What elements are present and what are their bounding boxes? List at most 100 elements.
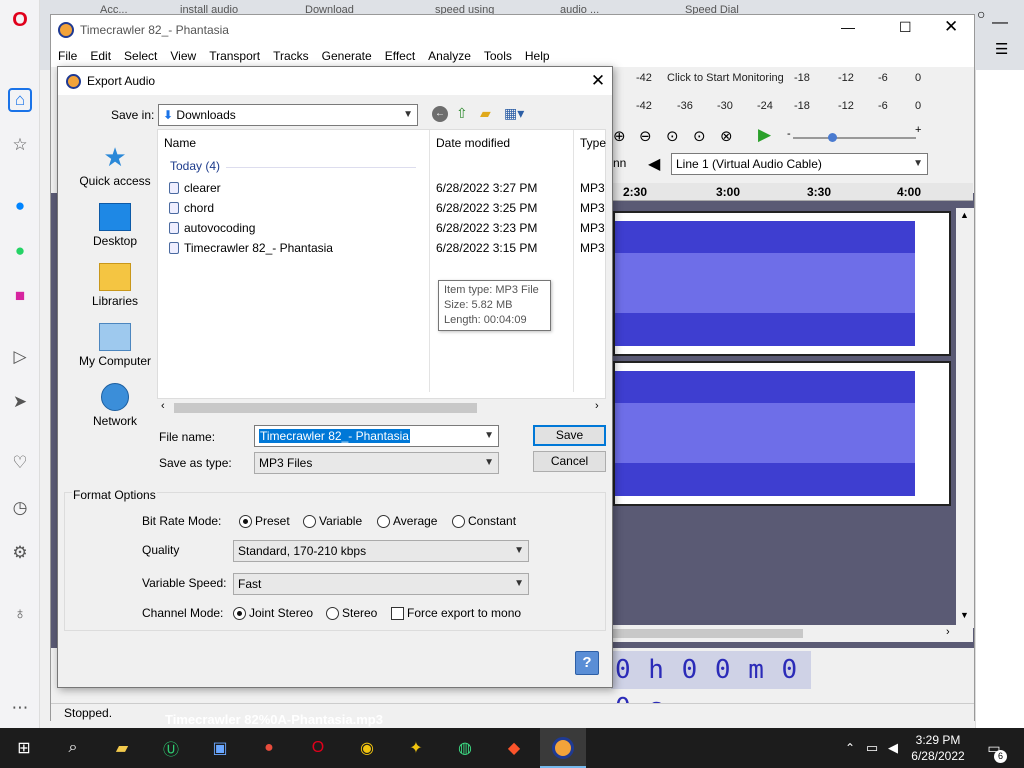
new-folder-icon[interactable]: ▰	[480, 105, 491, 122]
horizontal-scrollbar[interactable]: ›	[613, 625, 973, 642]
app-icon[interactable]: ✦	[404, 736, 428, 760]
menu-analyze[interactable]: Analyze	[428, 49, 471, 63]
menu-select[interactable]: Select	[124, 49, 157, 63]
scroll-right-icon[interactable]: ›	[595, 400, 599, 412]
variable-speed-select[interactable]: Fast ▼	[233, 573, 529, 595]
monitor-label[interactable]: Click to Start Monitoring	[667, 72, 784, 84]
column-date-modified[interactable]: Date modified	[436, 136, 510, 150]
globe-icon[interactable]: ◍	[453, 736, 477, 760]
radio-constant[interactable]	[452, 515, 465, 528]
menu-tools[interactable]: Tools	[484, 49, 512, 63]
scroll-thumb[interactable]	[174, 403, 477, 413]
zoom-toggle-icon[interactable]: ⊗	[720, 127, 733, 145]
radio-joint-stereo-label[interactable]: Joint Stereo	[249, 606, 313, 620]
scroll-down-icon[interactable]: ▼	[960, 610, 969, 620]
cancel-button[interactable]: Cancel	[533, 451, 606, 472]
place-my-computer[interactable]: My Computer	[65, 323, 165, 368]
menu-tracks[interactable]: Tracks	[273, 49, 309, 63]
timeline-ruler[interactable]: 2:30 3:00 3:30 4:00	[613, 183, 973, 201]
place-libraries[interactable]: Libraries	[65, 263, 165, 308]
close-icon[interactable]: ✕	[586, 70, 610, 92]
help-button[interactable]: ?	[575, 651, 599, 675]
vpn-icon[interactable]: ◉	[355, 736, 379, 760]
windows-start-icon[interactable]: ⊞	[12, 736, 36, 760]
file-list-scrollbar[interactable]: ‹ ›	[157, 399, 606, 416]
file-name-input[interactable]: Timecrawler 82_- Phantasia ▼	[254, 425, 499, 447]
menu-generate[interactable]: Generate	[322, 49, 372, 63]
radio-average[interactable]	[377, 515, 390, 528]
lightbulb-icon[interactable]: ♁	[8, 602, 32, 626]
save-as-type-select[interactable]: MP3 Files ▼	[254, 452, 499, 474]
send-icon[interactable]: ➤	[8, 390, 32, 414]
up-folder-icon[interactable]: ⇧	[456, 105, 468, 122]
whatsapp-icon[interactable]: ●	[8, 239, 32, 263]
volume-icon[interactable]: ◀	[881, 736, 905, 760]
file-row[interactable]: Timecrawler 82_- Phantasia 6/28/2022 3:1…	[158, 238, 607, 258]
file-explorer-icon[interactable]: ▰	[110, 736, 134, 760]
quality-select[interactable]: Standard, 170-210 kbps ▼	[233, 540, 529, 562]
search-icon[interactable]: ⌕	[61, 736, 85, 760]
browser-minimize-icon[interactable]: —	[976, 8, 1024, 38]
group-header-today[interactable]: Today (4)	[170, 159, 220, 173]
radio-variable-label[interactable]: Variable	[319, 514, 362, 528]
more-dots-icon[interactable]: ⋯	[8, 696, 32, 720]
instagram-icon[interactable]: ■	[8, 284, 32, 308]
place-quick-access[interactable]: ★ Quick access	[65, 143, 165, 188]
minimize-icon[interactable]: —	[841, 19, 855, 35]
column-name[interactable]: Name	[164, 136, 196, 150]
vertical-scrollbar[interactable]: ▲ ▼	[956, 208, 974, 628]
radio-stereo[interactable]	[326, 607, 339, 620]
radio-preset-label[interactable]: Preset	[255, 514, 290, 528]
play-at-speed-icon[interactable]: ▶	[758, 125, 771, 145]
file-row[interactable]: clearer 6/28/2022 3:27 PM MP3	[158, 178, 607, 198]
back-icon[interactable]: ←	[432, 106, 448, 122]
settings-gear-icon[interactable]: ⚙	[8, 541, 32, 565]
radio-joint-stereo[interactable]	[233, 607, 246, 620]
radio-preset[interactable]	[239, 515, 252, 528]
browser-menu-icon[interactable]: ☰	[995, 40, 1008, 58]
scroll-up-icon[interactable]: ▲	[960, 210, 969, 220]
close-icon[interactable]: ✕	[944, 17, 958, 37]
menu-transport[interactable]: Transport	[209, 49, 260, 63]
maximize-icon[interactable]: ☐	[899, 19, 912, 36]
force-mono-checkbox[interactable]	[391, 607, 404, 620]
radio-average-label[interactable]: Average	[393, 514, 437, 528]
save-in-select[interactable]: ⬇ Downloads ▼	[158, 104, 418, 126]
opera-logo-icon[interactable]: O	[8, 8, 32, 32]
time-display[interactable]: 0 h 0 0 m 0 0 s	[611, 651, 811, 723]
player-icon[interactable]: ▷	[8, 345, 32, 369]
menu-file[interactable]: File	[58, 49, 77, 63]
place-network[interactable]: Network	[65, 383, 165, 428]
menu-effect[interactable]: Effect	[385, 49, 415, 63]
brave-icon[interactable]: ◆	[502, 736, 526, 760]
place-desktop[interactable]: Desktop	[65, 203, 165, 248]
menu-help[interactable]: Help	[525, 49, 550, 63]
view-menu-icon[interactable]: ▦▾	[504, 105, 524, 122]
upwork-icon[interactable]: Ⓤ	[159, 736, 183, 760]
app-icon[interactable]: ▣	[208, 736, 232, 760]
scroll-right-icon[interactable]: ›	[946, 626, 950, 638]
heart-icon[interactable]: ♡	[8, 451, 32, 475]
fit-selection-icon[interactable]: ⊙	[666, 127, 679, 145]
file-row[interactable]: chord 6/28/2022 3:25 PM MP3	[158, 198, 607, 218]
taskbar-clock[interactable]: 3:29 PM 6/28/2022	[904, 732, 972, 764]
save-button[interactable]: Save	[533, 425, 606, 446]
speed-slider-track[interactable]	[793, 137, 916, 139]
scroll-thumb[interactable]	[613, 629, 803, 638]
bookmark-star-icon[interactable]: ☆	[8, 133, 32, 157]
home-icon[interactable]: ⌂	[8, 88, 32, 112]
menu-edit[interactable]: Edit	[90, 49, 111, 63]
tray-chevron-icon[interactable]: ⌃	[838, 736, 862, 760]
scroll-left-icon[interactable]: ‹	[161, 400, 165, 412]
column-type[interactable]: Type	[580, 136, 606, 150]
opera-icon[interactable]: O	[306, 736, 330, 760]
radio-variable[interactable]	[303, 515, 316, 528]
menu-view[interactable]: View	[170, 49, 196, 63]
playback-device-select[interactable]: Line 1 (Virtual Audio Cable) ▼	[671, 153, 928, 175]
radio-stereo-label[interactable]: Stereo	[342, 606, 377, 620]
radio-constant-label[interactable]: Constant	[468, 514, 516, 528]
file-row[interactable]: autovocoding 6/28/2022 3:23 PM MP3	[158, 218, 607, 238]
audacity-taskbar-button[interactable]	[540, 728, 586, 768]
waveform-left-channel[interactable]	[613, 211, 951, 356]
waveform-right-channel[interactable]	[613, 361, 951, 506]
